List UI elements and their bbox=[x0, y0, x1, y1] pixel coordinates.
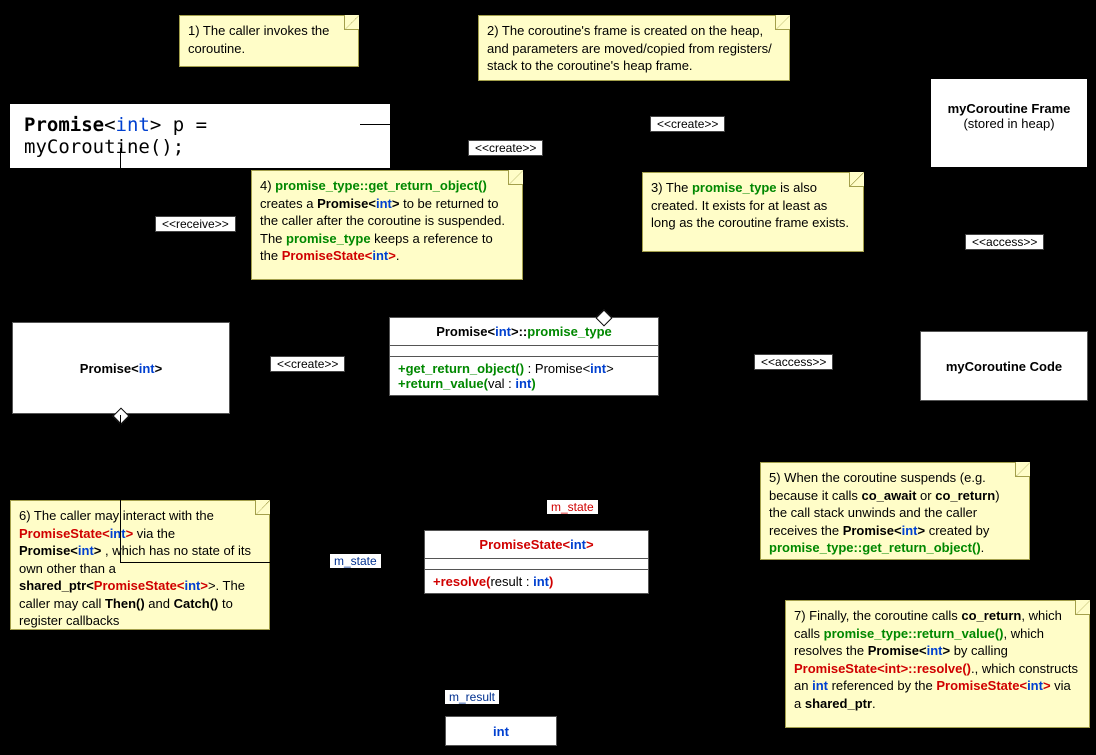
code-lt: < bbox=[104, 114, 115, 136]
promise-type-title: Promise<int>::promise_type bbox=[390, 318, 658, 346]
line-pstate-to-int bbox=[500, 615, 501, 716]
promise-type-methods: +get_return_object() : Promise<int> +ret… bbox=[390, 357, 658, 395]
coroutine-code-box: myCoroutine Code bbox=[920, 331, 1088, 401]
label-mstate-2: m_state bbox=[330, 554, 381, 568]
note-3-text: 3) The promise_type is also created. It … bbox=[651, 180, 849, 230]
code-invocation: Promise<int> p = myCoroutine(); bbox=[8, 102, 392, 170]
frame-title: myCoroutine Frame bbox=[931, 101, 1087, 116]
note-7-text: 7) Finally, the coroutine calls co_retur… bbox=[794, 608, 1078, 711]
promise-int-box: Promise<int> bbox=[12, 322, 230, 414]
label-mstate-1: m_state bbox=[547, 500, 598, 514]
promise-state-title: PromiseState<int> bbox=[425, 531, 648, 559]
coroutine-code-title: myCoroutine Code bbox=[946, 359, 1062, 374]
note-1-text: 1) The caller invokes the coroutine. bbox=[188, 23, 329, 56]
note-7: 7) Finally, the coroutine calls co_retur… bbox=[785, 600, 1090, 728]
int-box: int bbox=[445, 716, 557, 746]
promise-state-methods: +resolve(result : int) bbox=[425, 570, 648, 593]
note-4: 4) promise_type::get_return_object() cre… bbox=[251, 170, 523, 280]
label-create-1: <<create>> bbox=[468, 140, 543, 156]
label-create-3: <<create>> bbox=[270, 356, 345, 372]
frame-subtitle: (stored in heap) bbox=[931, 116, 1087, 131]
label-receive: <<receive>> bbox=[155, 216, 236, 232]
note-4-text: 4) promise_type::get_return_object() cre… bbox=[260, 178, 505, 263]
note-5-text: 5) When the coroutine suspends (e.g. bec… bbox=[769, 470, 1000, 555]
coroutine-frame-box: myCoroutine Frame (stored in heap) bbox=[930, 78, 1088, 168]
line-code-to-frame bbox=[360, 124, 930, 125]
note-3: 3) The promise_type is also created. It … bbox=[642, 172, 864, 252]
line-code-to-ptype bbox=[524, 148, 525, 317]
label-access-2: <<access>> bbox=[965, 234, 1044, 250]
code-int: int bbox=[116, 114, 150, 136]
line-promise-to-pstate-v bbox=[120, 415, 121, 562]
promise-state-box: PromiseState<int> +resolve(result : int) bbox=[424, 530, 649, 594]
promise-type-box: Promise<int>::promise_type +get_return_o… bbox=[389, 317, 659, 396]
label-access-1: <<access>> bbox=[754, 354, 833, 370]
label-create-2: <<create>> bbox=[650, 116, 725, 132]
code-gt: > bbox=[150, 114, 161, 136]
note-6: 6) The caller may interact with the Prom… bbox=[10, 500, 270, 630]
note-2-text: 2) The coroutine's frame is created on t… bbox=[487, 23, 772, 73]
note-2: 2) The coroutine's frame is created on t… bbox=[478, 15, 790, 81]
code-promise: Promise bbox=[24, 114, 104, 136]
note-6-text: 6) The caller may interact with the Prom… bbox=[19, 508, 251, 628]
promise-int-title: Promise<int> bbox=[80, 361, 162, 376]
note-5: 5) When the coroutine suspends (e.g. bec… bbox=[760, 462, 1030, 560]
line-code-to-promise bbox=[120, 148, 121, 322]
label-mresult: m_result bbox=[445, 690, 499, 704]
int-label: int bbox=[493, 724, 509, 739]
note-1: 1) The caller invokes the coroutine. bbox=[179, 15, 359, 67]
label-mult: 0..1 bbox=[520, 690, 548, 704]
